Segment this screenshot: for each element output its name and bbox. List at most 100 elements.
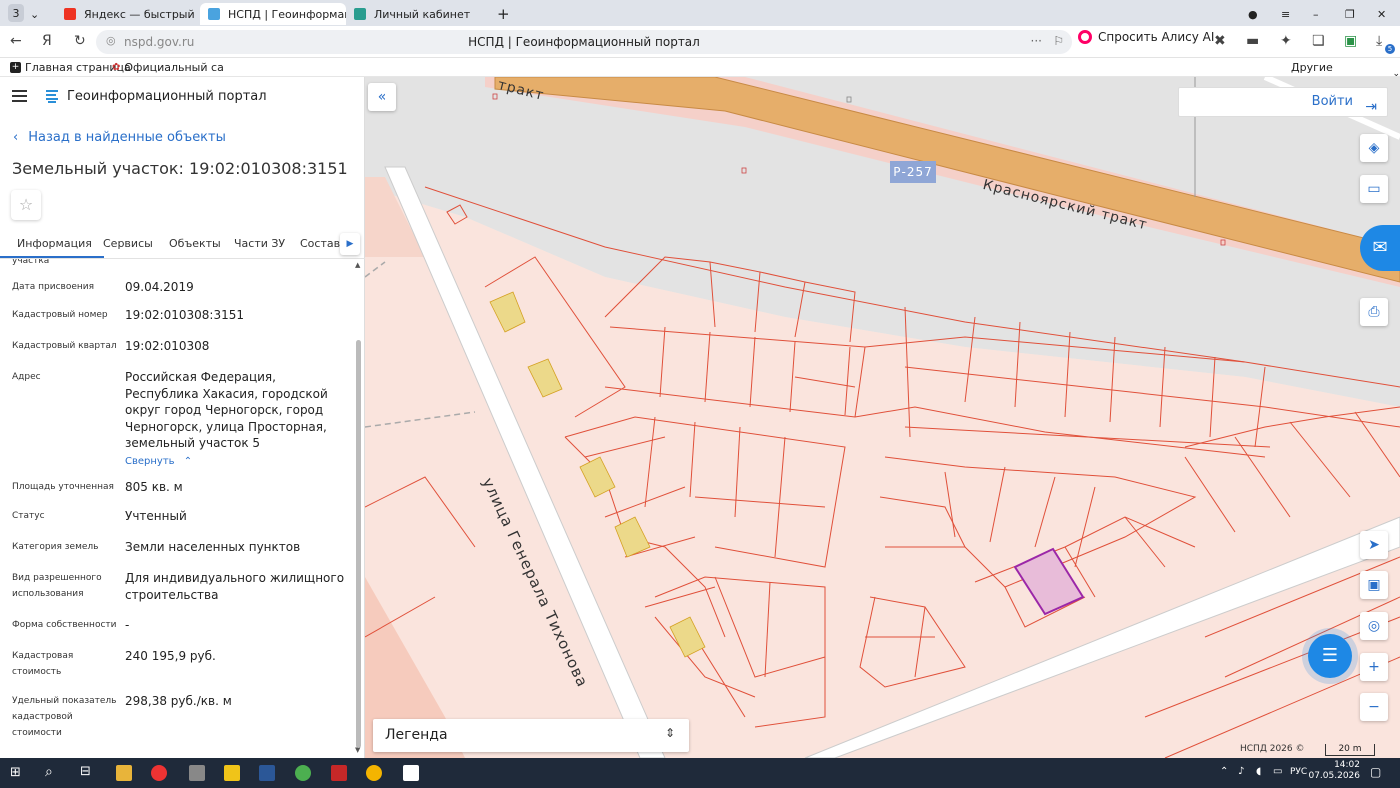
tab-information[interactable]: Информация	[0, 237, 104, 258]
chevron-left-icon: ‹	[13, 130, 19, 145]
notifications-icon[interactable]: ▢	[1370, 765, 1381, 779]
clock-date: 07.05.2026	[1308, 771, 1360, 781]
word-icon[interactable]	[259, 765, 275, 781]
volume-icon[interactable]: ◖	[1256, 766, 1261, 777]
maximize-icon[interactable]: ❐	[1345, 3, 1359, 25]
info-label: Статус	[12, 511, 45, 521]
scroll-up-icon[interactable]: ▲	[355, 261, 360, 269]
yandex-browser-icon[interactable]	[151, 765, 167, 781]
measure-button[interactable]: ▭	[1360, 175, 1388, 203]
search-icon[interactable]: ⌕	[45, 764, 53, 780]
browser-tab-strip: 3 ⌄ Яндекс — быстрый поиск НСПД | Геоинф…	[0, 0, 1400, 26]
yandex-home-icon[interactable]: Я	[42, 33, 52, 49]
app-icon[interactable]	[331, 765, 347, 781]
tabs-next-button[interactable]: ▶	[340, 233, 360, 255]
minimap-icon: ▣	[1367, 577, 1381, 593]
language-indicator[interactable]: РУС	[1290, 767, 1307, 777]
favorite-star-button[interactable]: ☆	[11, 190, 41, 220]
info-label: Удельный показатель кадастровой стоимост…	[12, 696, 117, 738]
bookmark-official[interactable]: ✿ Официальный са	[112, 61, 224, 74]
windows-start-icon[interactable]: ⊞	[10, 765, 21, 780]
ruler-icon: ▭	[1367, 181, 1381, 197]
task-view-icon[interactable]: ⊟	[80, 764, 91, 779]
tab-cabinet[interactable]: Личный кабинет	[350, 3, 490, 25]
extensions-icon[interactable]: ✦	[1280, 33, 1292, 49]
address-bar: ← Я ↻ ◎ nspd.gov.ru НСПД | Геоинформацио…	[0, 26, 1400, 58]
sticky-notes-icon[interactable]	[224, 765, 240, 781]
app-icon[interactable]	[366, 765, 382, 781]
microphone-icon[interactable]: ♪	[1238, 766, 1244, 777]
collapse-panel-button[interactable]: «	[368, 83, 396, 111]
info-value: Земли населенных пунктов	[125, 540, 301, 554]
route-badge: Р-257	[890, 161, 936, 183]
network-icon[interactable]: ▭	[1273, 766, 1282, 777]
collapse-link[interactable]: Свернуть ⌃	[125, 454, 347, 471]
login-button[interactable]: Войти ⇥	[1178, 87, 1388, 117]
cadastral-map[interactable]: тракт Красноярский тракт Р-257 улица Ген…	[365, 77, 1400, 758]
legend-panel[interactable]: Легенда ⇕	[373, 719, 689, 752]
file-explorer-icon[interactable]	[116, 765, 132, 781]
tab-composition[interactable]: Состав	[300, 237, 340, 250]
tray-expand-icon[interactable]: ⌃	[1220, 766, 1228, 777]
info-value: Российская Федерация, Республика Хакасия…	[125, 370, 328, 450]
tab-label: Яндекс — быстрый поиск	[84, 7, 196, 21]
clock[interactable]: 14:02 07.05.2026	[1308, 760, 1360, 782]
info-label: Площадь уточненная	[12, 482, 114, 492]
layers-button[interactable]: ◈	[1360, 134, 1388, 162]
chrome-icon[interactable]	[295, 765, 311, 781]
tab-yandex[interactable]: Яндекс — быстрый поиск	[56, 3, 196, 25]
chevron-right-icon: ▶	[346, 239, 354, 249]
tab-counter[interactable]: 3	[8, 4, 24, 22]
geolocation-button[interactable]: ◎	[1360, 612, 1388, 640]
layers-icon: ◈	[1368, 140, 1380, 156]
bookmark-icon[interactable]: ⚐	[1053, 34, 1064, 48]
notepad-icon[interactable]	[403, 765, 419, 781]
print-button[interactable]: ⎙	[1360, 298, 1388, 326]
info-value: 805 кв. м	[125, 480, 183, 494]
alice-button[interactable]: Спросить Алису AI	[1078, 30, 1214, 44]
minimap-button[interactable]: ▣	[1360, 571, 1388, 599]
minimize-icon[interactable]: –	[1313, 3, 1327, 25]
zoom-in-button[interactable]: +	[1360, 653, 1388, 681]
tab-objects[interactable]: Объекты	[169, 237, 221, 250]
tab-services[interactable]: Сервисы	[103, 237, 153, 250]
info-tabs: Информация Сервисы Объекты Части ЗУ Сост…	[0, 233, 365, 259]
back-to-results-link[interactable]: ‹ Назад в найденные объекты	[13, 130, 226, 145]
extension-icon[interactable]: ▣	[1344, 33, 1357, 49]
login-label: Войти	[1311, 94, 1353, 109]
menu-icon[interactable]	[12, 90, 27, 102]
collapse-label: Свернуть	[125, 456, 175, 467]
extension-icon[interactable]: ▬	[1246, 33, 1259, 49]
info-label: Кадастровая стоимость	[12, 651, 74, 677]
reload-icon[interactable]: ↻	[74, 33, 86, 49]
scale-bar: 20 m	[1325, 744, 1375, 756]
url-field[interactable]: ◎ nspd.gov.ru НСПД | Геоинформационный п…	[96, 30, 1072, 54]
navigation-icon: ➤	[1368, 537, 1380, 553]
collections-icon[interactable]: ❏	[1312, 33, 1325, 49]
tab-parts[interactable]: Части ЗУ	[234, 237, 285, 250]
chat-button[interactable]: ☰	[1308, 634, 1352, 678]
feedback-tab[interactable]: ✉	[1360, 225, 1400, 271]
locate-button[interactable]: ➤	[1360, 531, 1388, 559]
zoom-out-button[interactable]: −	[1360, 693, 1388, 721]
profile-icon[interactable]: ●	[1248, 3, 1262, 25]
double-chevron-left-icon: «	[377, 89, 387, 105]
scrollbar-thumb[interactable]	[356, 340, 361, 748]
tab-nspd[interactable]: НСПД | Геоинформац ✕	[200, 3, 346, 25]
info-value: 09.04.2019	[125, 280, 194, 294]
close-window-icon[interactable]: ✕	[1377, 3, 1391, 25]
menu-icon[interactable]: ≡	[1281, 3, 1295, 25]
info-value: 19:02:010308:3151	[125, 308, 245, 322]
plus-icon: +	[10, 62, 21, 73]
more-icon[interactable]: ···	[1031, 34, 1042, 48]
map-canvas[interactable]	[365, 77, 1400, 758]
bookmarks-bar: + Главная страница ✿ Официальный са Друг…	[0, 58, 1400, 87]
tabs-dropdown-icon[interactable]: ⌄	[30, 3, 50, 25]
extension-icon[interactable]: ✖	[1214, 33, 1226, 49]
back-icon[interactable]: ←	[10, 33, 22, 49]
nspd-icon	[208, 8, 220, 20]
downloads-icon[interactable]: ⤓	[1376, 33, 1382, 49]
new-tab-icon[interactable]: +	[497, 3, 513, 25]
app-icon[interactable]	[189, 765, 205, 781]
info-sidebar: Геоинформационный портал ‹ Назад в найден…	[0, 77, 365, 758]
